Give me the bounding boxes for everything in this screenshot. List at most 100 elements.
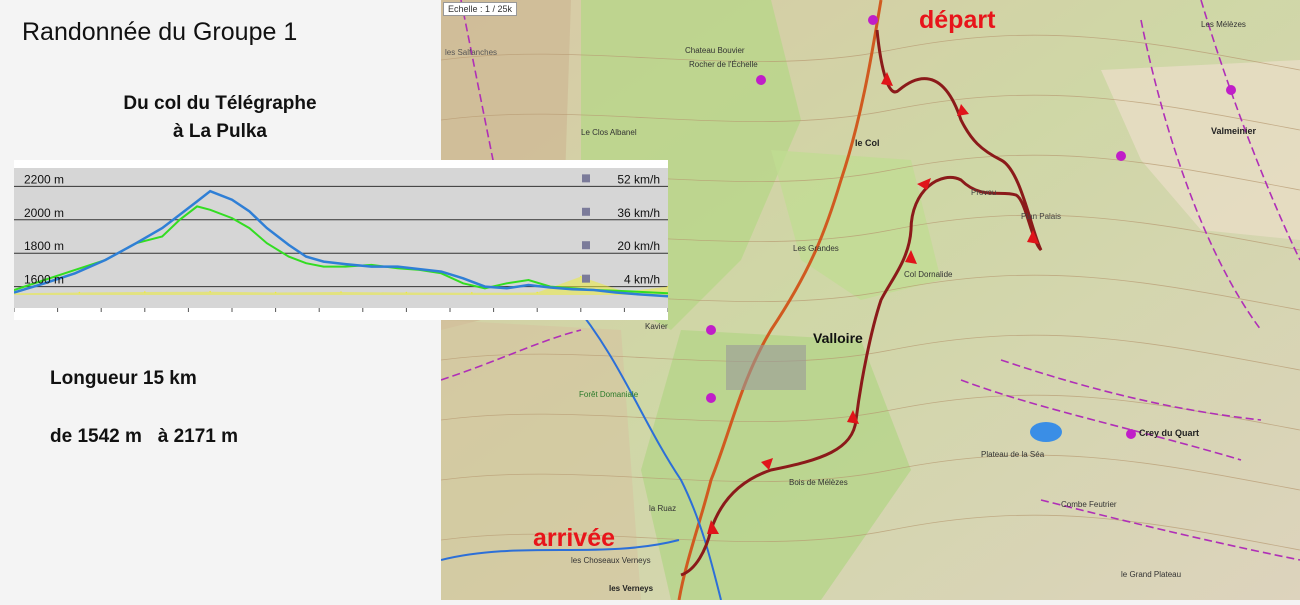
data-point: [405, 291, 408, 294]
altitude-range-text: de 1542 m à 2171 m: [50, 426, 239, 447]
y-tick-label-left: 2200 m: [24, 172, 64, 186]
data-point: [161, 227, 164, 229]
route-subtitle: Du col du Télégraphe à La Pulka: [60, 90, 380, 146]
chart-axis-strip: [14, 308, 668, 320]
data-point: [636, 290, 639, 293]
place-name: Combe Feutrier: [1061, 500, 1117, 509]
data-point: [135, 242, 137, 244]
place-name: Le Clos Albanel: [581, 128, 637, 137]
place-name: Col Dornalide: [904, 270, 953, 279]
data-point: [340, 291, 342, 293]
y-tick-label-left: 1800 m: [24, 239, 64, 253]
data-point: [396, 265, 399, 268]
place-name: les Verneys: [609, 584, 654, 593]
start-label: départ: [919, 6, 996, 34]
map-scale-label: Echelle : 1 / 25k: [443, 2, 518, 16]
data-point: [462, 282, 464, 285]
data-point: [231, 198, 233, 201]
data-point: [248, 210, 251, 213]
data-point: [505, 282, 508, 285]
page-title: Randonnée du Groupe 1: [22, 18, 298, 46]
place-name: Crey du Quart: [1139, 428, 1200, 438]
data-point: [178, 218, 181, 221]
data-point: [636, 293, 639, 295]
data-point: [209, 190, 211, 193]
data-point: [161, 235, 164, 238]
data-point: [418, 268, 421, 270]
chart-top-strip: [14, 160, 668, 168]
y-tick-label-right: 4 km/h: [624, 273, 660, 287]
data-point: [536, 291, 538, 294]
data-point: [287, 255, 290, 258]
place-name: Rocher de l'Échelle: [689, 60, 758, 69]
data-point: [614, 291, 617, 294]
place-name: Plateau de la Séa: [981, 450, 1045, 459]
data-point: [471, 292, 473, 294]
data-point: [266, 242, 268, 244]
data-point: [593, 289, 595, 291]
place-name: Forêt Domaniale: [579, 390, 639, 399]
place-name: Valmeinier: [1211, 126, 1257, 136]
end-label: arrivée: [533, 524, 616, 552]
data-point: [104, 259, 107, 261]
chart-background: [14, 160, 668, 320]
place-name: les Choseaux Verneys: [571, 556, 651, 565]
data-point: [144, 291, 146, 293]
data-point: [287, 244, 290, 246]
data-point: [462, 277, 464, 280]
data-point: [78, 291, 81, 294]
place-name: le Col: [855, 138, 880, 148]
place-name: le Grand Plateau: [1121, 570, 1182, 579]
place-name: la Ruaz: [649, 504, 677, 513]
data-point: [305, 262, 307, 265]
data-point: [196, 200, 198, 203]
data-point: [209, 290, 211, 293]
data-point: [209, 208, 211, 211]
data-point: [580, 275, 582, 278]
speed-marker-icon: [582, 274, 590, 283]
y-tick-label-right: 52 km/h: [617, 172, 660, 186]
data-point: [248, 227, 251, 229]
place-name: Chateau Bouvier: [685, 46, 745, 55]
y-tick-label-left: 1600 m: [24, 273, 64, 287]
speed-marker-icon: [582, 174, 590, 183]
place-name: Provou: [971, 188, 997, 197]
data-point: [527, 279, 530, 281]
data-point: [370, 265, 373, 268]
place-name: Plan Palais: [1021, 212, 1062, 221]
data-point: [196, 205, 198, 208]
data-point: [274, 291, 277, 294]
data-point: [322, 265, 325, 268]
village-area: [726, 345, 806, 390]
data-point: [527, 284, 530, 286]
data-point: [74, 272, 76, 275]
place-name: les Salfanches: [445, 48, 498, 57]
data-point: [440, 270, 443, 273]
data-point: [549, 286, 552, 289]
place-name: Les Mélèzes: [1201, 20, 1246, 29]
lake: [1030, 422, 1062, 442]
data-point: [266, 227, 268, 229]
route-subtitle-line-1: Du col du Télégraphe: [123, 93, 317, 114]
data-point: [231, 217, 233, 219]
data-point: [344, 265, 347, 268]
place-name: Valloire: [813, 330, 863, 346]
place-name: Les Grandes: [793, 244, 839, 253]
speed-marker-icon: [582, 207, 590, 216]
place-name: Kavier: [645, 322, 668, 331]
data-point: [305, 255, 307, 258]
data-point: [322, 260, 325, 263]
speed-marker-icon: [582, 241, 590, 250]
length-text: Longueur 15 km: [50, 368, 197, 389]
data-point: [344, 263, 347, 265]
elevation-profile-chart: 1600 m 4 km/h 1800 m 20 km/h 2000 m 36 km/h 22…: [13, 160, 669, 320]
data-point: [571, 288, 573, 290]
data-point: [74, 269, 76, 271]
data-point: [178, 213, 181, 216]
data-point: [484, 285, 486, 288]
route-subtitle-line-2: à La Pulka: [173, 121, 267, 142]
y-tick-label-right: 36 km/h: [617, 206, 660, 220]
data-point: [505, 287, 508, 290]
elevation-profile-svg: 1600 m 4 km/h 1800 m 20 km/h 2000 m 36 km/h 22…: [13, 160, 669, 320]
y-tick-label-right: 20 km/h: [617, 239, 660, 253]
